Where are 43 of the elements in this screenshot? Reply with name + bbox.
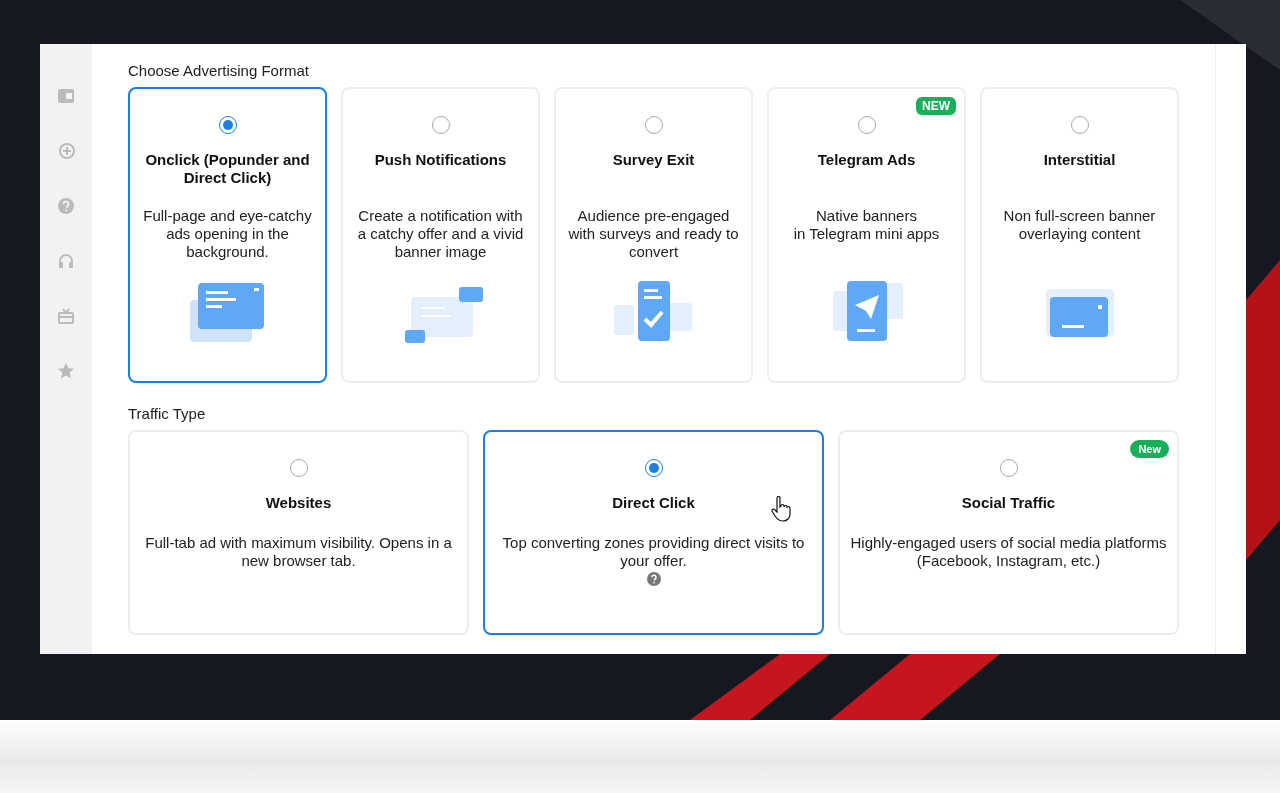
card-title: Onclick (Popunder and Direct Click) bbox=[144, 151, 311, 188]
radio-button[interactable] bbox=[644, 116, 663, 134]
card-description: Highly-engaged users of social media platforms (Facebook, Instagram, etc.) bbox=[850, 534, 1167, 570]
card-title: Interstitial bbox=[1043, 151, 1116, 170]
card-description: Native banners in Telegram mini apps bbox=[793, 207, 940, 244]
traffic-type-card[interactable]: Websites Full-tab ad with maximum visibility. Opens in a new browser tab. bbox=[128, 430, 469, 635]
radio-button[interactable] bbox=[1070, 116, 1089, 134]
card-description: Audience pre-engaged with surveys and ready to convert bbox=[567, 207, 740, 262]
card-description: Full-tab ad with maximum visibility. Opens in a new browser tab. bbox=[144, 534, 453, 570]
headset-icon[interactable] bbox=[57, 252, 75, 270]
star-icon[interactable] bbox=[57, 362, 75, 380]
new-badge: NEW bbox=[916, 97, 956, 115]
traffic-type-card[interactable]: Direct Click Top converting zones providing direct visits to your offer. bbox=[483, 430, 824, 635]
hand-cursor-icon bbox=[770, 496, 792, 522]
card-title: Survey Exit bbox=[612, 151, 695, 170]
card-description: Full-page and eye-catchy ads opening in the background. bbox=[142, 207, 313, 262]
card-title: Websites bbox=[265, 494, 332, 511]
radio-button[interactable] bbox=[431, 116, 450, 134]
card-description: Create a notification with a catchy offer and a vivid banner image bbox=[356, 207, 525, 262]
ad-format-card[interactable]: NEW Telegram Ads Native banners in Telegram mini apps bbox=[767, 87, 966, 383]
card-title: Telegram Ads bbox=[817, 151, 916, 170]
radio-button[interactable] bbox=[289, 459, 308, 477]
radio-button[interactable] bbox=[644, 459, 663, 477]
gift-icon[interactable] bbox=[57, 307, 75, 325]
card-title: Direct Click bbox=[612, 494, 695, 511]
section-title: Choose Advertising Format bbox=[128, 62, 310, 79]
ad-format-card[interactable]: Survey Exit Audience pre-engaged with surveys and ready to convert bbox=[554, 87, 753, 383]
ad-format-card[interactable]: Interstitial Non full-screen banner overlaying content bbox=[980, 87, 1179, 383]
new-badge: New bbox=[1130, 440, 1169, 458]
radio-button[interactable] bbox=[218, 116, 237, 134]
card-description: Non full-screen banner overlaying content bbox=[1002, 207, 1157, 244]
traffic-type-card[interactable]: New Social Traffic Highly-engaged users of social media platforms (Facebook, Instagram, etc.) bbox=[838, 430, 1179, 635]
card-title: Push Notifications bbox=[374, 151, 507, 170]
section-title: Traffic Type bbox=[128, 405, 207, 422]
ad-format-card[interactable]: Push Notifications Create a notification with a catchy offer and a vivid banner image bbox=[341, 87, 540, 383]
ad-format-card[interactable]: Onclick (Popunder and Direct Click) Full-page and eye-catchy ads opening in the background. bbox=[128, 87, 327, 383]
add-circle-icon[interactable] bbox=[57, 142, 75, 160]
radio-button[interactable] bbox=[857, 116, 876, 134]
radio-button[interactable] bbox=[999, 459, 1018, 477]
help-icon[interactable] bbox=[647, 572, 661, 586]
wallet-icon[interactable] bbox=[57, 87, 75, 105]
card-description: Top converting zones providing direct visits to your offer. bbox=[501, 534, 806, 570]
card-title: Social Traffic bbox=[961, 494, 1056, 511]
